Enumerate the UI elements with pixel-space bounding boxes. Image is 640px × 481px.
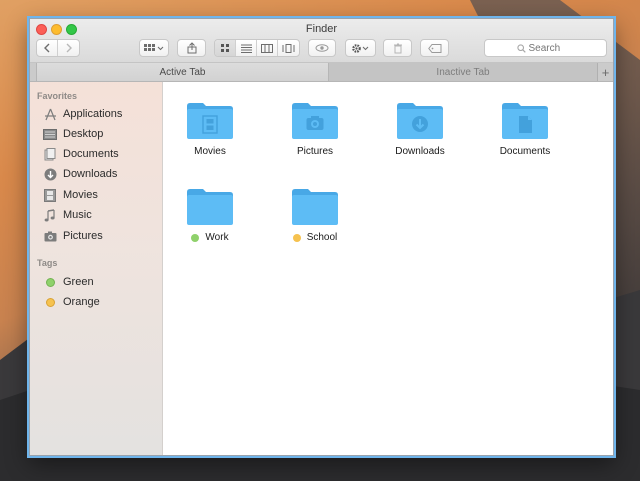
sidebar-item-label: Downloads: [63, 168, 118, 180]
folder-icon: [292, 103, 338, 139]
back-button[interactable]: [37, 40, 58, 56]
search-icon: [516, 43, 526, 53]
file-label: Pictures: [296, 146, 334, 157]
navigation-buttons: [36, 39, 80, 57]
sidebar-item-label: Music: [63, 209, 92, 221]
green-tag-dot-icon: [46, 277, 55, 287]
forward-arrow-icon: [66, 43, 72, 53]
tab-active[interactable]: Active Tab: [36, 63, 329, 81]
action-gear-icon: [351, 43, 368, 53]
list-view-button[interactable]: [236, 40, 257, 56]
icon-view-icon: [221, 44, 229, 52]
file-label: Movies: [194, 146, 226, 157]
applications-icon: [43, 107, 57, 121]
forward-button[interactable]: [58, 40, 79, 56]
document-icon: [519, 116, 532, 133]
camera-icon: [306, 116, 324, 130]
file-label: Downloads: [395, 146, 445, 157]
quicklook-eye-icon: [315, 44, 329, 52]
sidebar-item-label: Pictures: [63, 230, 103, 242]
file-label: Work: [205, 232, 229, 243]
share-button[interactable]: [177, 39, 206, 57]
file-label-row: Work: [191, 232, 229, 243]
folder-icon: [292, 189, 338, 225]
coverflow-view-button[interactable]: [278, 40, 299, 56]
arrange-button[interactable]: [139, 39, 169, 57]
folder-icon: [187, 189, 233, 225]
documents-icon: [43, 147, 57, 161]
folder-item-documents[interactable]: Documents: [480, 102, 570, 157]
back-arrow-icon: [44, 43, 50, 53]
sidebar-item-pictures[interactable]: Pictures: [43, 227, 103, 245]
favorites-heading: Favorites: [37, 91, 78, 101]
sidebar-item-label: Orange: [63, 296, 100, 308]
sidebar: Favorites Applications Desktop Documents…: [30, 82, 163, 455]
search-input[interactable]: [528, 42, 575, 54]
sidebar-item-applications[interactable]: Applications: [43, 105, 122, 123]
column-view-icon: [261, 43, 273, 53]
download-arrow-icon: [412, 116, 428, 132]
movies-icon: [43, 188, 57, 202]
file-label-row: School: [292, 232, 338, 243]
view-mode-segmented-control: [214, 39, 300, 57]
column-view-button[interactable]: [257, 40, 278, 56]
window-title: Finder: [305, 23, 338, 35]
folder-item-pictures[interactable]: Pictures: [270, 102, 360, 157]
delete-button[interactable]: [383, 39, 412, 57]
tab-bar: Active Tab Inactive Tab +: [30, 63, 613, 82]
sidebar-item-label: Applications: [63, 108, 123, 120]
folder-item-downloads[interactable]: Downloads: [375, 102, 465, 157]
orange-tag-icon: [292, 233, 301, 242]
sidebar-item-label: Movies: [63, 189, 98, 201]
sidebar-item-tag-orange[interactable]: Orange: [43, 293, 100, 311]
tags-heading: Tags: [37, 258, 58, 268]
sidebar-item-downloads[interactable]: Downloads: [43, 165, 117, 183]
pictures-icon: [43, 229, 57, 243]
sidebar-item-label: Desktop: [63, 128, 104, 140]
finder-window: Finder Search Active Tab Inactive Tab + …: [29, 18, 614, 456]
coverflow-view-icon: [282, 43, 295, 53]
folder-item-movies[interactable]: Movies: [165, 102, 255, 157]
downloads-icon: [43, 167, 57, 181]
folder-item-school[interactable]: School: [270, 188, 360, 243]
sidebar-item-movies[interactable]: Movies: [43, 186, 98, 204]
orange-tag-dot-icon: [46, 297, 55, 307]
tab-inactive[interactable]: Inactive Tab: [328, 63, 599, 81]
list-view-icon: [240, 44, 252, 53]
desktop-icon: [43, 127, 57, 141]
folder-icon: [502, 103, 548, 139]
arrange-icon: [144, 44, 164, 51]
file-label: School: [306, 232, 338, 243]
green-tag-icon: [191, 233, 200, 242]
music-icon: [43, 208, 57, 222]
sidebar-item-tag-green[interactable]: Green: [43, 273, 94, 291]
tag-icon: [427, 43, 441, 53]
action-button[interactable]: [345, 39, 376, 57]
edit-tags-button[interactable]: [420, 39, 449, 57]
share-icon: [187, 42, 196, 54]
file-browser-content: Movies Pictures Downloads Documents Work…: [163, 82, 613, 455]
title-bar: Finder: [30, 19, 613, 63]
folder-icon: [397, 103, 443, 139]
search-field[interactable]: [484, 39, 607, 57]
sidebar-item-desktop[interactable]: Desktop: [43, 125, 103, 143]
trash-icon: [393, 43, 402, 53]
file-label: Documents: [499, 146, 551, 157]
folder-icon: [187, 103, 233, 139]
sidebar-item-label: Green: [63, 276, 94, 288]
quick-look-button[interactable]: [308, 39, 336, 57]
folder-item-work[interactable]: Work: [165, 188, 255, 243]
sidebar-item-documents[interactable]: Documents: [43, 145, 119, 163]
sidebar-item-label: Documents: [63, 148, 119, 160]
new-tab-button[interactable]: +: [598, 63, 613, 81]
icon-view-button[interactable]: [215, 40, 236, 56]
sidebar-item-music[interactable]: Music: [43, 206, 92, 224]
